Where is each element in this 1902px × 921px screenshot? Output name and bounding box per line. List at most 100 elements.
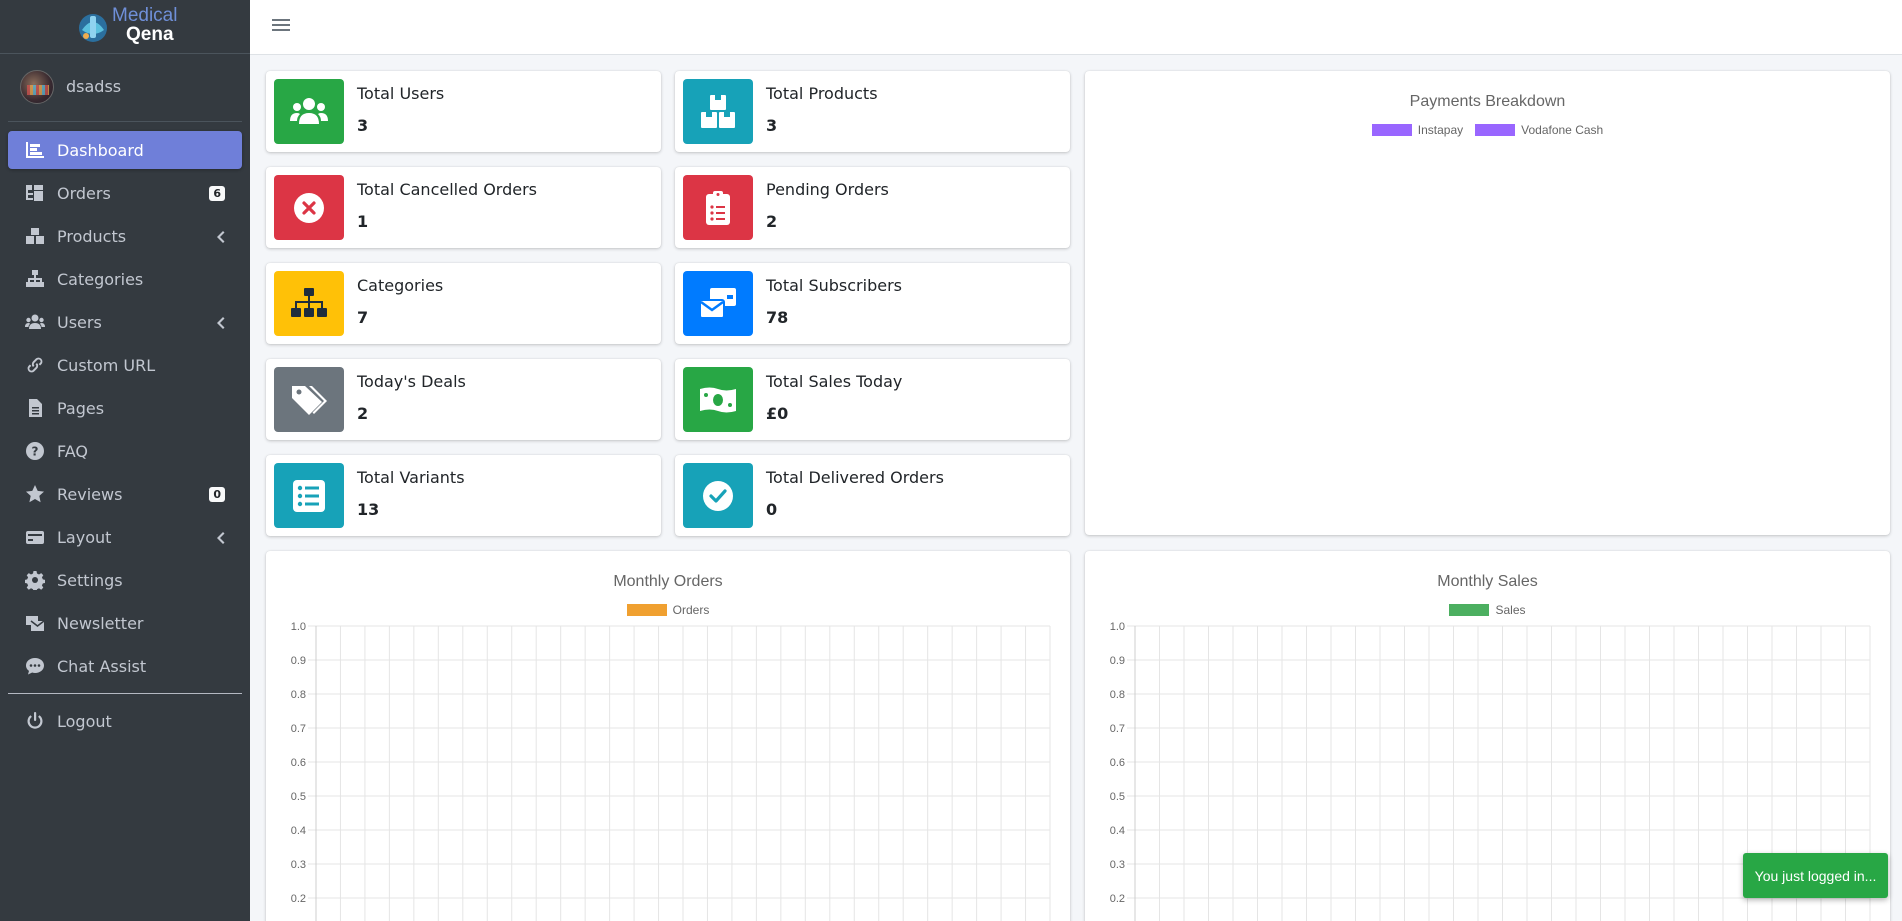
- stat-value: £0: [766, 404, 789, 423]
- sidebar-item-dashboard[interactable]: Dashboard: [8, 131, 242, 169]
- stat-value: 0: [766, 500, 778, 519]
- question-icon: ?: [24, 440, 46, 462]
- stat-categories[interactable]: Categories 7: [266, 263, 661, 344]
- chevron-left-icon: [214, 530, 226, 544]
- y-tick-label: 0.2: [291, 893, 306, 905]
- brand-logo-icon: [79, 14, 107, 42]
- users-icon: [274, 79, 344, 144]
- file-icon: [24, 397, 46, 419]
- categories-icon: [24, 268, 46, 290]
- chevron-left-icon: [214, 229, 226, 243]
- y-tick-label: 0.7: [1110, 723, 1125, 735]
- sidebar-item-users[interactable]: Users: [8, 303, 242, 341]
- sidebar-item-orders[interactable]: Orders 6: [8, 174, 242, 212]
- y-tick-label: 0.3: [1110, 859, 1125, 871]
- y-tick-label: 0.5: [1110, 791, 1125, 803]
- user-panel: dsadss: [8, 54, 242, 122]
- brand-name-line1: Medical: [112, 5, 178, 26]
- sidebar-item-reviews[interactable]: Reviews 0: [8, 475, 242, 513]
- link-icon: [24, 354, 46, 376]
- stat-label: Total Sales Today: [766, 372, 903, 391]
- stat-value: 13: [357, 500, 380, 519]
- stat-value: 78: [766, 308, 789, 327]
- sidebar-item-custom-url[interactable]: Custom URL: [8, 346, 242, 384]
- sidebar-item-label: Pages: [57, 398, 105, 418]
- stat-total-sales-today[interactable]: Total Sales Today £0: [675, 359, 1070, 440]
- sidebar-item-label: FAQ: [57, 441, 88, 461]
- power-icon: [24, 710, 46, 732]
- reviews-count-badge: 0: [209, 487, 225, 502]
- check-circle-icon: [683, 463, 753, 528]
- y-tick-label: 1.0: [291, 621, 306, 633]
- star-icon: [24, 483, 46, 505]
- sidebar-item-label: Orders: [57, 183, 111, 203]
- stat-total-users[interactable]: Total Users 3: [266, 71, 661, 152]
- stat-value: 2: [357, 404, 369, 423]
- stat-label: Total Products: [766, 84, 878, 103]
- sidebar-item-label: Products: [57, 226, 127, 246]
- stat-todays-deals[interactable]: Today's Deals 2: [266, 359, 661, 440]
- orders-icon: [24, 182, 46, 204]
- y-tick-label: 0.7: [291, 723, 306, 735]
- stat-total-products[interactable]: Total Products 3: [675, 71, 1070, 152]
- sidebar-item-logout[interactable]: Logout: [8, 702, 242, 740]
- list-icon: [274, 463, 344, 528]
- stat-pending-orders[interactable]: Pending Orders 2: [675, 167, 1070, 248]
- chart-title: Payments Breakdown: [1409, 93, 1566, 110]
- legend-item-vodafone-cash[interactable]: Vodafone Cash: [1475, 123, 1603, 137]
- stat-value: 7: [357, 308, 369, 327]
- sidebar-item-label: Dashboard: [57, 140, 144, 160]
- cancel-icon: [274, 175, 344, 240]
- y-tick-label: 0.4: [291, 825, 306, 837]
- user-name[interactable]: dsadss: [66, 77, 121, 96]
- avatar[interactable]: [20, 70, 54, 104]
- stat-label: Total Variants: [357, 468, 465, 487]
- stat-label: Today's Deals: [357, 372, 466, 391]
- sidebar-item-faq[interactable]: ? FAQ: [8, 432, 242, 470]
- layout-icon: [24, 526, 46, 548]
- payments-breakdown-card: Payments Breakdown Instapay Vodafone Cas…: [1085, 71, 1890, 535]
- orders-count-badge: 6: [209, 186, 225, 201]
- sidebar-item-label: Categories: [57, 269, 144, 289]
- sidebar-item-label: Settings: [57, 570, 123, 590]
- sidebar-item-label: Logout: [57, 711, 112, 731]
- sidebar-item-pages[interactable]: Pages: [8, 389, 242, 427]
- sidebar-item-settings[interactable]: Settings: [8, 561, 242, 599]
- sidebar-item-label: Custom URL: [57, 355, 156, 375]
- sidebar-item-chat-assist[interactable]: Chat Assist: [8, 647, 242, 685]
- legend-item-instapay[interactable]: Instapay: [1371, 123, 1463, 137]
- tags-icon: [274, 367, 344, 432]
- sidebar-item-newsletter[interactable]: Newsletter: [8, 604, 242, 642]
- sidebar-item-products[interactable]: Products: [8, 217, 242, 255]
- products-icon: [24, 225, 46, 247]
- stat-total-variants[interactable]: Total Variants 13: [266, 455, 661, 536]
- stat-label: Total Delivered Orders: [766, 468, 944, 487]
- stat-total-cancelled-orders[interactable]: Total Cancelled Orders 1: [266, 167, 661, 248]
- y-tick-label: 0.8: [291, 689, 306, 701]
- dashboard-icon: [24, 139, 46, 161]
- sidebar-item-layout[interactable]: Layout: [8, 518, 242, 556]
- stat-value: 2: [766, 212, 778, 231]
- sidebar-item-categories[interactable]: Categories: [8, 260, 242, 298]
- gear-icon: [24, 569, 46, 591]
- stat-total-subscribers[interactable]: Total Subscribers 78: [675, 263, 1070, 344]
- newsletter-icon: [24, 612, 46, 634]
- sidebar-nav: Dashboard Orders 6 Products Categories U…: [0, 131, 250, 685]
- stat-label: Total Subscribers: [766, 276, 902, 295]
- stat-label: Pending Orders: [766, 180, 889, 199]
- login-toast[interactable]: You just logged in...: [1743, 853, 1888, 898]
- sidebar: Medical Qena dsadss Dashboard Orders 6 P…: [0, 0, 250, 921]
- y-tick-label: 0.6: [1110, 757, 1125, 769]
- stat-total-delivered-orders[interactable]: Total Delivered Orders 0: [675, 455, 1070, 536]
- boxes-icon: [683, 79, 753, 144]
- menu-toggle-icon[interactable]: [272, 16, 290, 34]
- y-tick-label: 0.5: [291, 791, 306, 803]
- brand-link[interactable]: Medical Qena: [0, 0, 250, 54]
- money-bill-icon: [683, 367, 753, 432]
- brand-name-line2: Qena: [126, 24, 174, 45]
- users-icon: [24, 311, 46, 333]
- sidebar-item-label: Reviews: [57, 484, 123, 504]
- stat-value: 3: [357, 116, 369, 135]
- y-tick-label: 1.0: [1110, 621, 1125, 633]
- stat-label: Categories: [357, 276, 444, 295]
